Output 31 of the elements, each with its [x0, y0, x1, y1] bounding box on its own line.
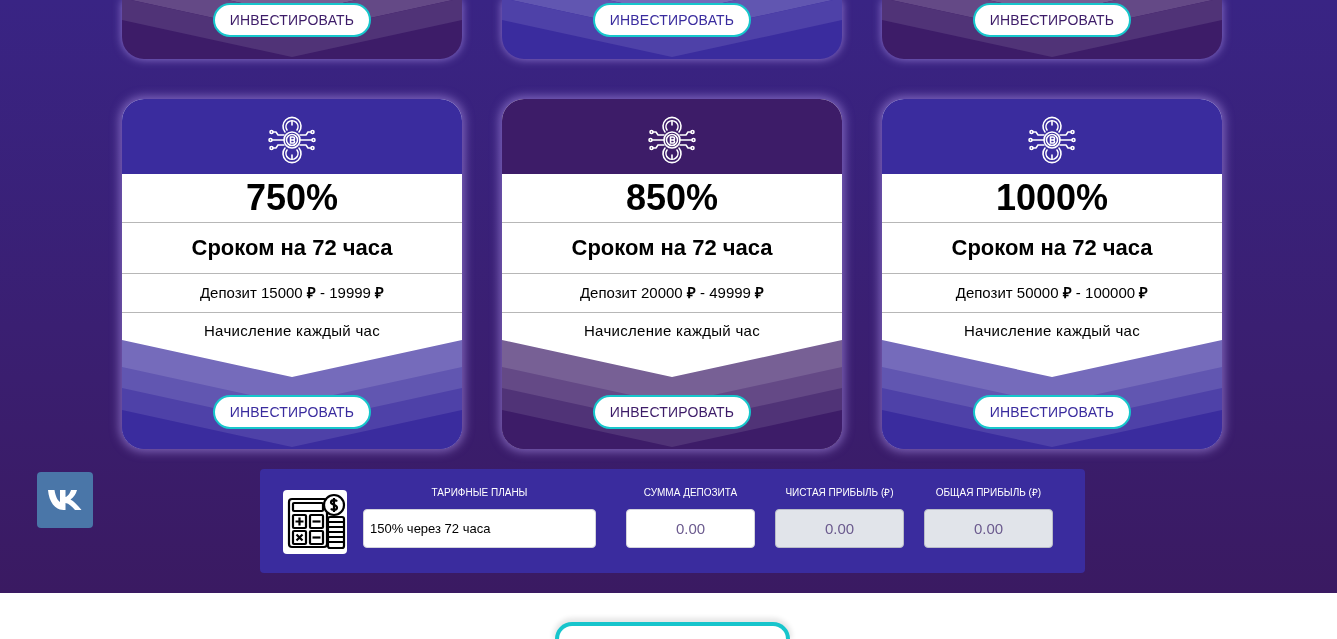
field-label: ТАРИФНЫЕ ПЛАНЫ: [431, 486, 528, 500]
field-label: ЧИСТАЯ ПРИБЫЛЬ (₽): [785, 486, 894, 500]
field-label: ОБЩАЯ ПРИБЫЛЬ (₽): [935, 486, 1042, 500]
plan-term: Сроком на 72 часа: [191, 234, 393, 262]
coin-circuit-icon: [268, 115, 316, 165]
deposit-range: Депозит 20000 ₽ - 49999 ₽: [579, 283, 765, 303]
vk-logo-icon[interactable]: [37, 472, 93, 528]
amount-input-field[interactable]: 0.00: [626, 509, 755, 548]
invest-button[interactable]: ИНВЕСТИРОВАТЬ: [973, 3, 1131, 37]
plan-percent: 850%: [625, 178, 719, 218]
invest-button[interactable]: ИНВЕСТИРОВАТЬ: [593, 395, 751, 429]
calculator-icon: [283, 490, 347, 554]
invest-button[interactable]: ИНВЕСТИРОВАТЬ: [213, 395, 371, 429]
invest-button[interactable]: ИНВЕСТИРОВАТЬ: [593, 3, 751, 37]
field-label: СУММА ДЕПОЗИТА: [643, 486, 738, 500]
coin-circuit-icon: [648, 115, 696, 165]
plan-term: Сроком на 72 часа: [951, 234, 1153, 262]
plan-term: Сроком на 72 часа: [571, 234, 773, 262]
amount-input-field[interactable]: 0.00: [775, 509, 904, 548]
invest-button[interactable]: ИНВЕСТИРОВАТЬ: [973, 395, 1131, 429]
accrual-text: Начисление каждый час: [963, 321, 1141, 341]
plan-percent: 1000%: [995, 178, 1109, 218]
accrual-text: Начисление каждый час: [203, 321, 381, 341]
plan-percent: 750%: [245, 178, 339, 218]
plan-select-field[interactable]: 150% через 72 часа: [363, 509, 596, 548]
invest-button[interactable]: ИНВЕСТИРОВАТЬ: [213, 3, 371, 37]
coin-circuit-icon: [1028, 115, 1076, 165]
deposit-range: Депозит 50000 ₽ - 100000 ₽: [955, 283, 1149, 303]
accrual-text: Начисление каждый час: [583, 321, 761, 341]
deposit-range: Депозит 15000 ₽ - 19999 ₽: [199, 283, 385, 303]
amount-input-field[interactable]: 0.00: [924, 509, 1053, 548]
